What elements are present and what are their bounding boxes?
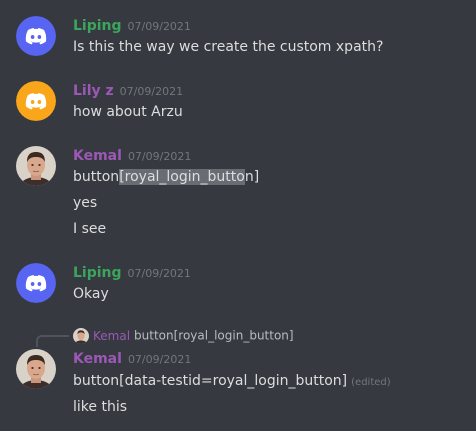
message-text: Okay [73,286,109,302]
message-header: Kemal 07/09/2021 [73,349,191,367]
message-text: I see [73,221,107,237]
username[interactable]: Kemal [73,351,122,367]
discord-logo-icon [16,81,56,121]
username[interactable]: Kemal [73,148,122,164]
user-photo-icon [73,327,89,344]
avatar[interactable] [16,263,56,303]
avatar[interactable] [16,146,56,186]
reply-connector [36,335,69,347]
edited-label: (edited) [351,377,391,388]
discord-logo-icon [16,263,56,303]
timestamp: 07/09/2021 [119,85,184,98]
message-header: Liping 07/09/2021 [73,263,191,281]
avatar[interactable] [16,16,56,56]
message-text: like this [73,399,127,415]
username[interactable]: Liping [73,18,122,34]
message-text: yes [73,195,98,211]
reply-author[interactable]: Kemal [93,329,130,343]
message-text: Is this the way we create the custom xpa… [73,39,384,55]
timestamp: 07/09/2021 [127,267,191,280]
text-selection-highlight: [royal_login_butto [119,169,245,185]
timestamp: 07/09/2021 [127,353,192,366]
username[interactable]: Liping [73,265,122,281]
message-text: button[data-testid=royal_login_button] (e… [73,372,391,392]
message-text-part: button[data-testid=royal_login_button] [73,373,348,389]
timestamp: 07/09/2021 [127,150,192,163]
username[interactable]: Lily z [73,83,114,99]
discord-logo-icon [16,16,56,56]
message-text: button[royal_login_button] [73,168,259,186]
message-text: how about Arzu [73,104,183,120]
avatar[interactable] [16,81,56,121]
reply-preview[interactable]: Kemal button[royal_login_button] [73,327,294,344]
user-photo-icon [16,146,56,186]
message-header: Lily z 07/09/2021 [73,81,183,99]
reply-avatar [73,327,89,344]
timestamp: 07/09/2021 [127,20,191,33]
user-photo-icon [16,349,56,389]
message-header: Kemal 07/09/2021 [73,146,191,164]
reply-text: button[royal_login_button] [134,328,294,343]
message-text-part: n] [244,169,260,185]
message-header: Liping 07/09/2021 [73,16,191,34]
message-text-part: button [73,169,120,185]
avatar[interactable] [16,349,56,389]
